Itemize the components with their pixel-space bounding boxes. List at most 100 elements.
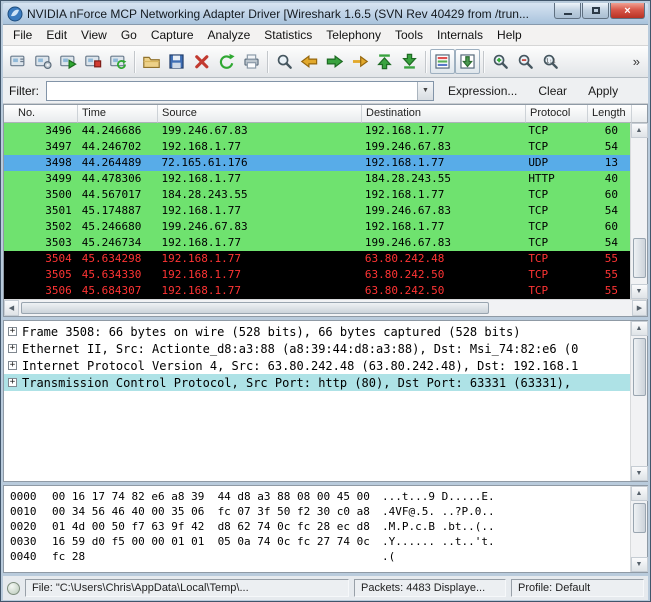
menu-item-capture[interactable]: Capture xyxy=(144,26,201,44)
minimize-button[interactable] xyxy=(554,3,581,19)
svg-text:1:1: 1:1 xyxy=(546,58,556,64)
scroll-right-icon[interactable]: ▶ xyxy=(632,300,647,316)
hex-line[interactable]: 001000 34 56 46 40 00 35 06 fc 07 3f 50 … xyxy=(10,504,630,519)
hex-bytes: 00 34 56 46 40 00 35 06 fc 07 3f 50 f2 3… xyxy=(52,504,382,519)
detail-row[interactable]: +Internet Protocol Version 4, Src: 63.80… xyxy=(4,357,630,374)
packet-row-3501[interactable]: 350145.174887192.168.1.77199.246.67.83TC… xyxy=(4,203,630,219)
go-to-bottom-icon[interactable] xyxy=(397,49,422,74)
detail-row[interactable]: +Transmission Control Protocol, Src Port… xyxy=(4,374,630,391)
column-header-dst[interactable]: Destination xyxy=(362,105,526,123)
close-button[interactable]: × xyxy=(610,3,645,19)
cell-no: 3500 xyxy=(4,187,78,203)
cell-len: 40 xyxy=(586,171,630,187)
menu-item-tools[interactable]: Tools xyxy=(388,26,430,44)
packet-row-3496[interactable]: 349644.246686199.246.67.83192.168.1.77TC… xyxy=(4,123,630,139)
capture-restart-icon[interactable] xyxy=(106,49,131,74)
scroll-thumb[interactable] xyxy=(633,503,646,533)
packet-row-3500[interactable]: 350044.567017184.28.243.55192.168.1.77TC… xyxy=(4,187,630,203)
hex-offset: 0000 xyxy=(10,489,52,504)
find-icon[interactable] xyxy=(272,49,297,74)
filter-dropdown-icon[interactable]: ▼ xyxy=(417,82,433,100)
scroll-left-icon[interactable]: ◀ xyxy=(4,300,19,316)
auto-scroll-icon[interactable] xyxy=(455,49,480,74)
column-header-src[interactable]: Source xyxy=(158,105,362,123)
packet-row-3502[interactable]: 350245.246680199.246.67.83192.168.1.77TC… xyxy=(4,219,630,235)
scroll-down-icon[interactable]: ▼ xyxy=(631,284,648,299)
scroll-up-icon[interactable]: ▲ xyxy=(631,123,648,138)
menu-item-telephony[interactable]: Telephony xyxy=(319,26,388,44)
go-to-top-icon[interactable] xyxy=(372,49,397,74)
print-icon[interactable] xyxy=(239,49,264,74)
packet-row-3498[interactable]: 349844.26448972.165.61.176192.168.1.77UD… xyxy=(4,155,630,171)
filter-input[interactable] xyxy=(47,82,417,100)
scroll-down-icon[interactable]: ▼ xyxy=(631,557,648,572)
scroll-thumb[interactable] xyxy=(21,302,489,314)
zoom-out-icon[interactable] xyxy=(513,49,538,74)
title-bar[interactable]: NVIDIA nForce MCP Networking Adapter Dri… xyxy=(3,3,648,25)
zoom-in-icon[interactable] xyxy=(488,49,513,74)
packet-row-3503[interactable]: 350345.246734192.168.1.77199.246.67.83TC… xyxy=(4,235,630,251)
capture-options-icon[interactable] xyxy=(31,49,56,74)
toolbar-overflow-icon[interactable]: » xyxy=(628,54,645,69)
hex-line[interactable]: 002001 4d 00 50 f7 63 9f 42 d8 62 74 0c … xyxy=(10,519,630,534)
cell-proto: TCP xyxy=(524,251,586,267)
menu-item-help[interactable]: Help xyxy=(490,26,529,44)
column-header-no[interactable]: No. xyxy=(4,105,78,123)
scroll-down-icon[interactable]: ▼ xyxy=(631,466,648,481)
capture-stop-icon[interactable] xyxy=(81,49,106,74)
clear-button[interactable]: Clear xyxy=(531,81,574,101)
packet-list-vscrollbar[interactable]: ▲ ▼ xyxy=(630,123,647,299)
column-header-time[interactable]: Time xyxy=(78,105,158,123)
maximize-button[interactable] xyxy=(582,3,609,19)
expression-button[interactable]: Expression... xyxy=(441,81,524,101)
go-back-icon[interactable] xyxy=(297,49,322,74)
cell-len: 55 xyxy=(586,267,630,283)
scroll-up-icon[interactable]: ▲ xyxy=(631,486,648,501)
expander-icon[interactable]: + xyxy=(8,327,17,336)
packet-details-rows: +Frame 3508: 66 bytes on wire (528 bits)… xyxy=(4,321,630,481)
colorize-list-icon[interactable] xyxy=(430,49,455,74)
packet-row-3504[interactable]: 350445.634298192.168.1.7763.80.242.48TCP… xyxy=(4,251,630,267)
apply-button[interactable]: Apply xyxy=(581,81,625,101)
expander-icon[interactable]: + xyxy=(8,344,17,353)
packet-row-3506[interactable]: 350645.684307192.168.1.7763.80.242.50TCP… xyxy=(4,283,630,299)
scroll-up-icon[interactable]: ▲ xyxy=(631,321,648,336)
go-forward-icon[interactable] xyxy=(322,49,347,74)
capture-start-icon[interactable] xyxy=(56,49,81,74)
expander-icon[interactable]: + xyxy=(8,361,17,370)
open-file-icon[interactable] xyxy=(139,49,164,74)
cell-time: 45.634298 xyxy=(78,251,158,267)
menu-item-go[interactable]: Go xyxy=(114,26,144,44)
zoom-100-icon[interactable]: 1:1 xyxy=(538,49,563,74)
hex-vscrollbar[interactable]: ▲ ▼ xyxy=(630,486,647,572)
reload-icon[interactable] xyxy=(214,49,239,74)
expert-info-icon[interactable] xyxy=(7,582,20,595)
menu-item-internals[interactable]: Internals xyxy=(430,26,490,44)
scroll-thumb[interactable] xyxy=(633,238,646,278)
hex-line[interactable]: 0040fc 28.( xyxy=(10,549,630,564)
status-profile[interactable]: Profile: Default xyxy=(511,579,644,597)
detail-row[interactable]: +Ethernet II, Src: Actionte_d8:a3:88 (a8… xyxy=(4,340,630,357)
menu-item-file[interactable]: File xyxy=(6,26,39,44)
scroll-thumb[interactable] xyxy=(633,338,646,396)
details-vscrollbar[interactable]: ▲ ▼ xyxy=(630,321,647,481)
interface-list-icon[interactable] xyxy=(6,49,31,74)
save-file-icon[interactable] xyxy=(164,49,189,74)
menu-item-edit[interactable]: Edit xyxy=(39,26,74,44)
menu-item-analyze[interactable]: Analyze xyxy=(201,26,258,44)
column-header-proto[interactable]: Protocol xyxy=(526,105,588,123)
packet-list-hscrollbar[interactable]: ◀ ▶ xyxy=(4,299,647,316)
hex-line[interactable]: 003016 59 d0 f5 00 00 01 01 05 0a 74 0c … xyxy=(10,534,630,549)
packet-row-3497[interactable]: 349744.246702192.168.1.77199.246.67.83TC… xyxy=(4,139,630,155)
close-file-icon[interactable] xyxy=(189,49,214,74)
menu-item-view[interactable]: View xyxy=(74,26,114,44)
column-header-len[interactable]: Length xyxy=(588,105,632,123)
filter-button[interactable]: Filter: xyxy=(9,84,39,98)
packet-row-3505[interactable]: 350545.634330192.168.1.7763.80.242.50TCP… xyxy=(4,267,630,283)
hex-line[interactable]: 000000 16 17 74 82 e6 a8 39 44 d8 a3 88 … xyxy=(10,489,630,504)
detail-row[interactable]: +Frame 3508: 66 bytes on wire (528 bits)… xyxy=(4,323,630,340)
packet-row-3499[interactable]: 349944.478306192.168.1.77184.28.243.55HT… xyxy=(4,171,630,187)
go-to-packet-icon[interactable] xyxy=(347,49,372,74)
expander-icon[interactable]: + xyxy=(8,378,17,387)
menu-item-statistics[interactable]: Statistics xyxy=(257,26,319,44)
